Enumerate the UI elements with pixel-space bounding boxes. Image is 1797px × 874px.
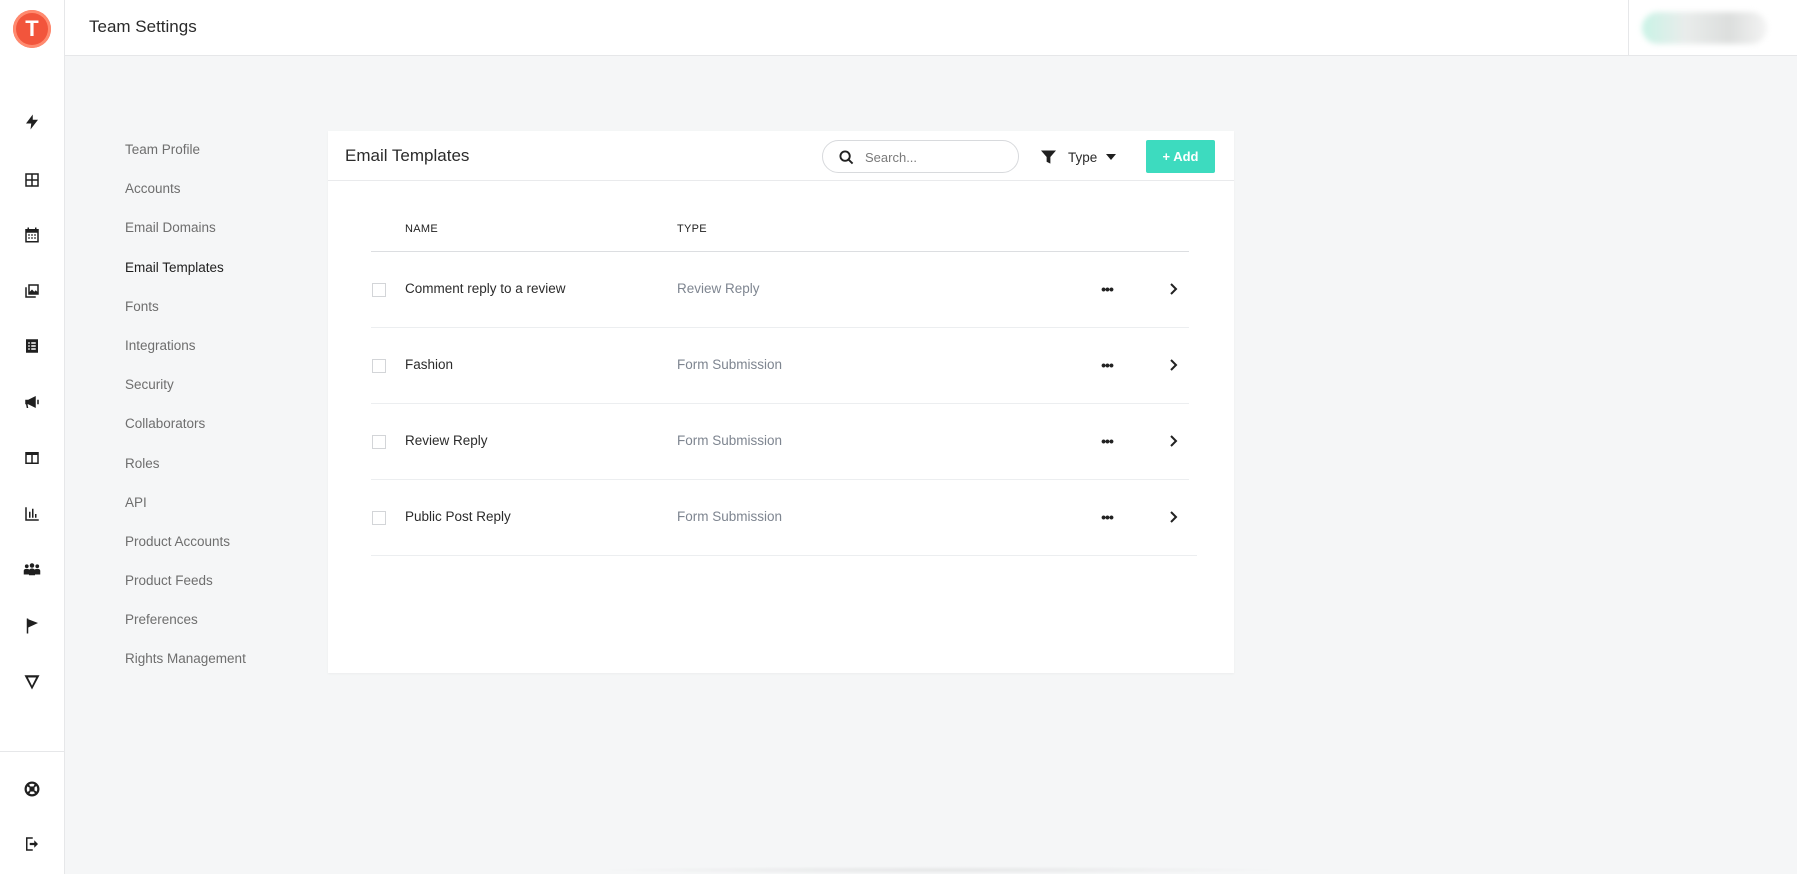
- row-checkbox[interactable]: [372, 511, 386, 525]
- row-checkbox[interactable]: [372, 435, 386, 449]
- table-row[interactable]: Comment reply to a review Review Reply •…: [371, 252, 1189, 328]
- column-header-type[interactable]: TYPE: [677, 223, 707, 235]
- settings-nav-item-product-accounts[interactable]: Product Accounts: [125, 532, 315, 571]
- bolt-icon[interactable]: [20, 110, 44, 134]
- template-name: Comment reply to a review: [405, 281, 566, 296]
- settings-nav-item-email-templates[interactable]: Email Templates: [125, 258, 315, 297]
- help-lifebuoy-icon[interactable]: [20, 777, 44, 801]
- search-icon: [839, 150, 854, 165]
- table-row[interactable]: Fashion Form Submission •••: [371, 328, 1189, 404]
- settings-nav-item-product-feeds[interactable]: Product Feeds: [125, 571, 315, 610]
- templates-table: NAME TYPE Comment reply to a review Revi…: [371, 223, 1197, 556]
- settings-nav-item-integrations[interactable]: Integrations: [125, 336, 315, 375]
- settings-nav-item-collaborators[interactable]: Collaborators: [125, 414, 315, 453]
- template-name: Public Post Reply: [405, 509, 511, 524]
- caret-down-icon: [1106, 154, 1117, 160]
- list-icon[interactable]: [20, 334, 44, 358]
- panel-title: Email Templates: [345, 146, 470, 165]
- page-title: Team Settings: [89, 17, 197, 36]
- bar-chart-icon[interactable]: [20, 502, 44, 526]
- settings-nav-item-accounts[interactable]: Accounts: [125, 179, 315, 218]
- topbar-divider: [1628, 0, 1629, 56]
- template-type: Form Submission: [677, 433, 783, 448]
- type-filter-dropdown[interactable]: Type: [1041, 147, 1117, 167]
- columns-icon[interactable]: [20, 446, 44, 470]
- people-icon[interactable]: [20, 558, 44, 582]
- settings-nav-item-api[interactable]: API: [125, 493, 315, 532]
- email-templates-panel: Email Templates Type + Add NAME TYPE Com…: [328, 131, 1234, 673]
- template-name: Fashion: [405, 357, 454, 372]
- app-logo[interactable]: T: [13, 10, 51, 48]
- grid-icon[interactable]: [20, 168, 44, 192]
- more-options-icon[interactable]: •••: [1097, 431, 1117, 451]
- settings-nav: Team Profile Accounts Email Domains Emai…: [125, 140, 315, 689]
- settings-nav-item-rights-management[interactable]: Rights Management: [125, 649, 315, 688]
- settings-nav-item-email-domains[interactable]: Email Domains: [125, 218, 315, 257]
- table-header: NAME TYPE: [371, 223, 1189, 252]
- search-box: [822, 140, 1019, 173]
- v-logo-icon[interactable]: [20, 670, 44, 694]
- media-library-icon[interactable]: [20, 279, 44, 303]
- row-checkbox[interactable]: [372, 283, 386, 297]
- top-bar: Team Settings: [65, 0, 1797, 56]
- table-row[interactable]: Review Reply Form Submission •••: [371, 404, 1189, 480]
- chevron-right-icon[interactable]: [1167, 433, 1181, 449]
- chevron-right-icon[interactable]: [1167, 357, 1181, 373]
- row-checkbox[interactable]: [372, 359, 386, 373]
- megaphone-icon[interactable]: [20, 390, 44, 414]
- template-type: Form Submission: [677, 357, 783, 372]
- column-header-name[interactable]: NAME: [405, 223, 438, 235]
- settings-nav-item-roles[interactable]: Roles: [125, 454, 315, 493]
- more-options-icon[interactable]: •••: [1097, 279, 1117, 299]
- chevron-right-icon[interactable]: [1167, 281, 1181, 297]
- bottom-scroll-shadow: [590, 866, 1290, 874]
- flag-icon[interactable]: [20, 614, 44, 638]
- search-input[interactable]: [865, 148, 1005, 166]
- rail-divider: [0, 751, 65, 752]
- type-filter-label: Type: [1068, 149, 1098, 165]
- template-type: Form Submission: [677, 509, 783, 524]
- filter-funnel-icon: [1041, 150, 1056, 164]
- panel-header: Email Templates Type + Add: [328, 131, 1234, 181]
- user-menu-avatar[interactable]: [1642, 12, 1767, 44]
- logout-icon[interactable]: [20, 832, 44, 856]
- settings-nav-item-team-profile[interactable]: Team Profile: [125, 140, 315, 179]
- template-type: Review Reply: [677, 281, 760, 296]
- template-name: Review Reply: [405, 433, 488, 448]
- app-rail: T: [0, 0, 65, 874]
- more-options-icon[interactable]: •••: [1097, 355, 1117, 375]
- settings-nav-item-fonts[interactable]: Fonts: [125, 297, 315, 336]
- more-options-icon[interactable]: •••: [1097, 507, 1117, 527]
- table-row[interactable]: Public Post Reply Form Submission •••: [371, 480, 1197, 556]
- settings-nav-item-security[interactable]: Security: [125, 375, 315, 414]
- logo-letter: T: [25, 16, 39, 41]
- settings-nav-item-preferences[interactable]: Preferences: [125, 610, 315, 649]
- calendar-icon[interactable]: [20, 223, 44, 247]
- add-template-button[interactable]: + Add: [1146, 140, 1215, 173]
- chevron-right-icon[interactable]: [1167, 509, 1181, 525]
